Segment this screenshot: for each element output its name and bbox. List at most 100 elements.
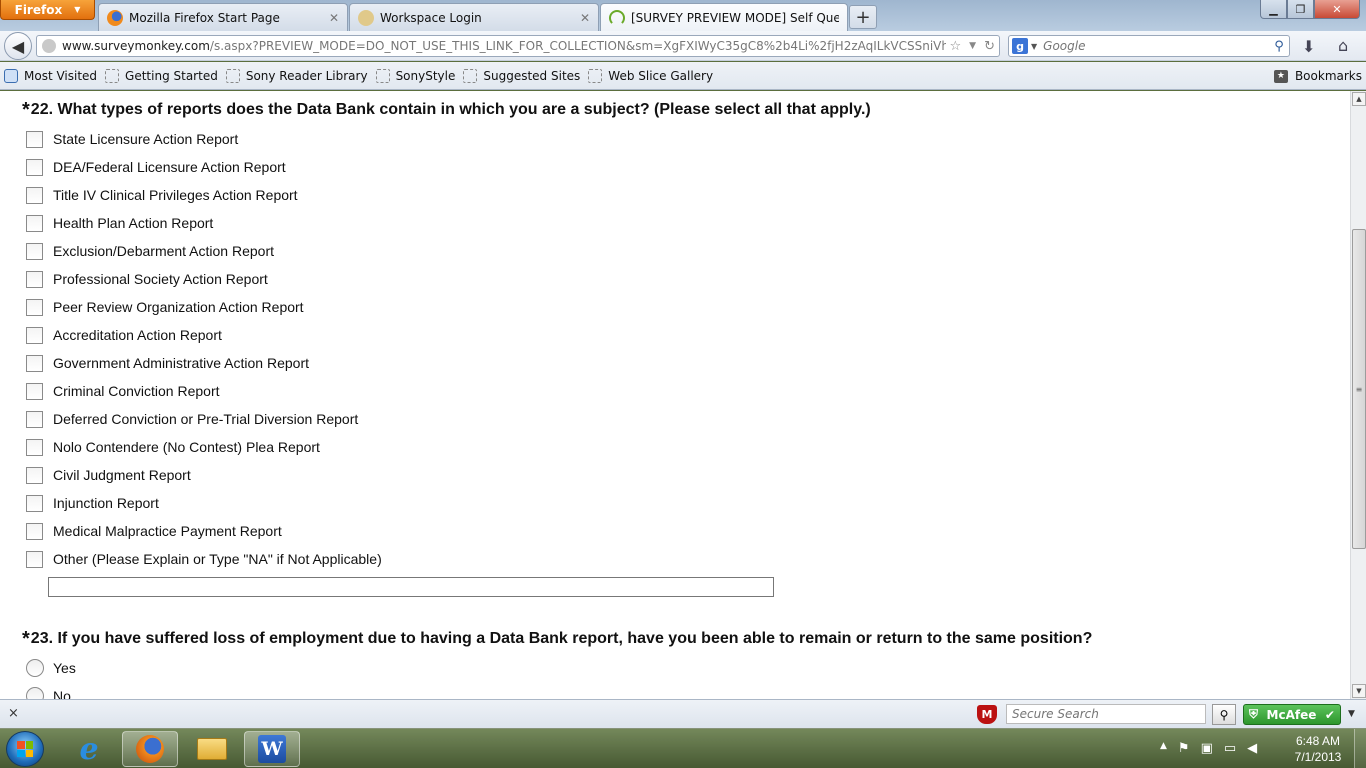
q22-option-professional-society[interactable]: Professional Society Action Report	[26, 269, 268, 289]
checkbox[interactable]	[26, 158, 43, 176]
checkbox[interactable]	[26, 326, 43, 344]
home-icon[interactable]: ⌂	[1338, 36, 1348, 55]
bookmark-sony-reader-library[interactable]: Sony Reader Library	[225, 68, 368, 83]
option-label: Professional Society Action Report	[53, 271, 268, 287]
radio-button[interactable]	[26, 659, 44, 677]
search-input[interactable]	[1043, 39, 1269, 53]
taskbar-windows-explorer[interactable]	[184, 731, 240, 767]
maximize-button[interactable]: ❐	[1287, 0, 1314, 19]
q22-option-government-administrative[interactable]: Government Administrative Action Report	[26, 353, 309, 373]
checkbox[interactable]	[26, 494, 43, 512]
checkbox[interactable]	[26, 270, 43, 288]
q22-option-medical-malpractice[interactable]: Medical Malpractice Payment Report	[26, 521, 282, 541]
secure-search-button[interactable]: ⚲	[1212, 704, 1236, 725]
secure-search-input[interactable]	[1006, 704, 1206, 724]
q22-option-health-plan[interactable]: Health Plan Action Report	[26, 213, 213, 233]
history-dropdown-icon[interactable]: ▼	[969, 41, 976, 51]
close-window-button[interactable]: ✕	[1314, 0, 1360, 19]
q22-option-nolo-contendere[interactable]: Nolo Contendere (No Contest) Plea Report	[26, 437, 320, 457]
bookmark-web-slice-gallery[interactable]: Web Slice Gallery	[588, 68, 713, 83]
bookmarks-menu-label: Bookmarks	[1294, 69, 1362, 83]
bookmark-most-visited[interactable]: Most Visited	[4, 68, 97, 83]
checkbox[interactable]	[26, 382, 43, 400]
q22-option-deferred-conviction[interactable]: Deferred Conviction or Pre-Trial Diversi…	[26, 409, 358, 429]
checkbox[interactable]	[26, 298, 43, 316]
q22-option-title-iv[interactable]: Title IV Clinical Privileges Action Repo…	[26, 185, 298, 205]
minimize-button[interactable]: ▁	[1260, 0, 1287, 19]
search-bar[interactable]: g ▼ ⚲	[1008, 35, 1290, 57]
radio-button[interactable]	[26, 687, 44, 699]
checkbox[interactable]	[26, 410, 43, 428]
q22-option-peer-review[interactable]: Peer Review Organization Action Report	[26, 297, 304, 317]
site-identity-icon[interactable]	[42, 39, 56, 53]
close-icon[interactable]: ✕	[329, 11, 339, 25]
vertical-scrollbar[interactable]: ▲ ≡ ▼	[1350, 91, 1366, 699]
page-icon	[375, 68, 390, 83]
search-icon[interactable]: ⚲	[1269, 39, 1289, 54]
q23-option-no[interactable]: No	[26, 686, 71, 699]
q22-option-other[interactable]: Other (Please Explain or Type "NA" if No…	[26, 549, 382, 569]
volume-icon[interactable]: ◀	[1247, 741, 1257, 756]
url-text[interactable]: www.surveymonkey.com/s.aspx?PREVIEW_MODE…	[62, 39, 946, 53]
q22-other-text-field[interactable]	[48, 577, 774, 597]
mcafee-shield-icon[interactable]: M	[977, 705, 997, 724]
q22-option-injunction[interactable]: Injunction Report	[26, 493, 159, 513]
url-bar[interactable]: www.surveymonkey.com/s.aspx?PREVIEW_MODE…	[36, 35, 1000, 57]
reload-icon[interactable]: ↻	[984, 39, 995, 54]
bookmarks-menu-button[interactable]: ★ Bookmarks	[1273, 69, 1362, 83]
bookmark-sonystyle[interactable]: SonyStyle	[375, 68, 455, 83]
checkbox[interactable]	[26, 242, 43, 260]
tab-label: Mozilla Firefox Start Page	[129, 10, 280, 25]
restore-icon: ❐	[1295, 2, 1306, 16]
q22-option-dea-federal[interactable]: DEA/Federal Licensure Action Report	[26, 157, 286, 177]
option-label: Medical Malpractice Payment Report	[53, 523, 282, 539]
q22-option-criminal-conviction[interactable]: Criminal Conviction Report	[26, 381, 220, 401]
taskbar-microsoft-word[interactable]: W	[244, 731, 300, 767]
start-button[interactable]	[6, 731, 44, 767]
chevron-down-icon[interactable]: ▼	[1031, 42, 1037, 51]
q23-option-yes[interactable]: Yes	[26, 658, 76, 678]
bookmark-suggested-sites[interactable]: Suggested Sites	[463, 68, 580, 83]
system-clock[interactable]: 6:48 AM 7/1/2013	[1286, 733, 1350, 765]
scroll-down-arrow-icon[interactable]: ▼	[1352, 684, 1366, 698]
mcafee-siteadvisor-badge[interactable]: ⛨ McAfee ✔	[1243, 704, 1341, 725]
checkbox[interactable]	[26, 522, 43, 540]
scrollbar-thumb[interactable]: ≡	[1352, 229, 1366, 549]
scroll-up-arrow-icon[interactable]: ▲	[1352, 92, 1366, 106]
tab-firefox-start[interactable]: Mozilla Firefox Start Page ✕	[98, 3, 348, 31]
bookmark-star-icon[interactable]: ☆	[950, 39, 962, 54]
show-hidden-icons-icon[interactable]: ▲	[1160, 741, 1167, 756]
google-icon[interactable]: g	[1012, 38, 1028, 54]
checkbox[interactable]	[26, 186, 43, 204]
taskbar-internet-explorer[interactable]: e	[61, 731, 117, 767]
firefox-menu-button[interactable]: Firefox ▼	[0, 0, 95, 20]
option-label: No	[53, 688, 71, 699]
tab-workspace-login[interactable]: Workspace Login ✕	[349, 3, 599, 31]
chevron-down-icon: ▼	[74, 5, 81, 14]
checkbox[interactable]	[26, 130, 43, 148]
q22-option-civil-judgment[interactable]: Civil Judgment Report	[26, 465, 191, 485]
back-button[interactable]: ◀	[4, 32, 32, 60]
q22-option-accreditation[interactable]: Accreditation Action Report	[26, 325, 222, 345]
network-icon[interactable]: ▭	[1224, 741, 1236, 756]
checkbox[interactable]	[26, 550, 43, 568]
checkbox[interactable]	[26, 466, 43, 484]
show-desktop-button[interactable]	[1354, 729, 1366, 768]
new-tab-button[interactable]: +	[849, 5, 877, 29]
device-icon[interactable]: ▣	[1201, 741, 1213, 756]
checkbox[interactable]	[26, 214, 43, 232]
q22-option-state-licensure[interactable]: State Licensure Action Report	[26, 129, 238, 149]
tab-survey-preview[interactable]: [SURVEY PREVIEW MODE] Self Query ...	[600, 3, 848, 31]
checkbox[interactable]	[26, 438, 43, 456]
checkbox[interactable]	[26, 354, 43, 372]
system-tray: ▲ ⚑ ▣ ▭ ◀	[1160, 741, 1257, 756]
close-icon[interactable]: ×	[8, 706, 19, 721]
q22-option-exclusion-debarment[interactable]: Exclusion/Debarment Action Report	[26, 241, 274, 261]
chevron-down-icon[interactable]: ▼	[1348, 709, 1355, 719]
close-icon[interactable]: ✕	[580, 11, 590, 25]
bookmark-getting-started[interactable]: Getting Started	[105, 68, 218, 83]
taskbar-firefox[interactable]	[122, 731, 178, 767]
window-controls: ▁ ❐ ✕	[1260, 0, 1360, 19]
download-icon[interactable]: ⬇	[1302, 37, 1315, 56]
action-center-flag-icon[interactable]: ⚑	[1178, 741, 1190, 756]
